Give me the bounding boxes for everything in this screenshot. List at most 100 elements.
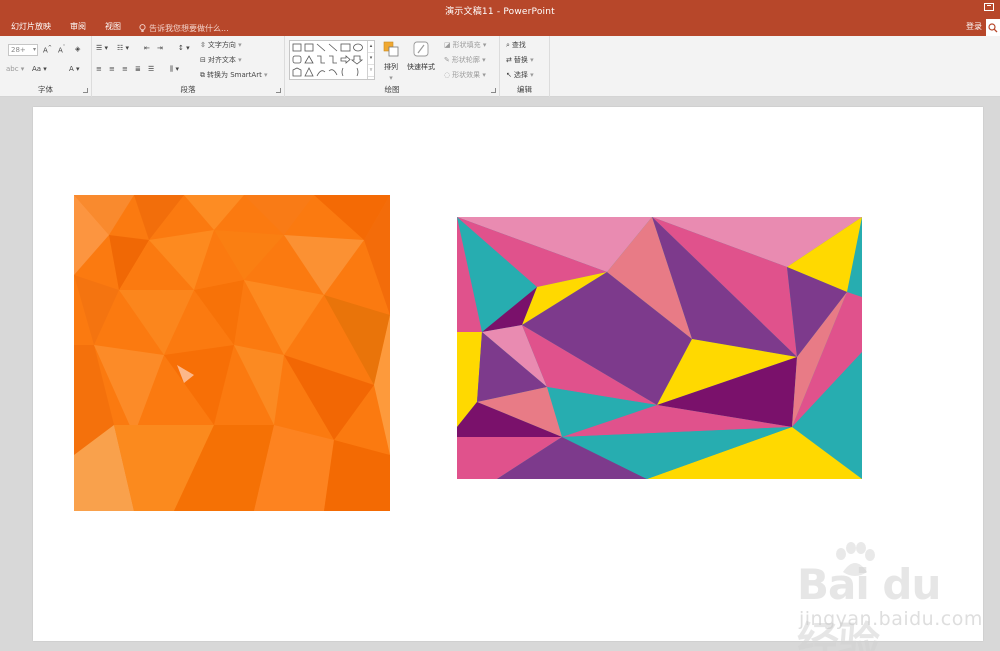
shape-fill-label: 形状填充 [452, 41, 481, 49]
search-button[interactable] [986, 19, 1000, 36]
cursor-arrow-icon: ↖ [506, 71, 512, 79]
increase-indent-icon: ⇥ [157, 44, 163, 52]
shape-effects-label: 形状效果 [452, 71, 481, 79]
search-icon [988, 23, 998, 33]
replace-label: 替换 [513, 56, 528, 64]
change-case-icon: Aa ▾ [32, 65, 47, 73]
shape-outline-label: 形状轮廓 [451, 56, 480, 64]
arrange-button[interactable]: 排列 ▾ [382, 40, 400, 82]
align-center-icon: ≡ [109, 65, 115, 73]
columns-button[interactable]: ⫼ ▾ [170, 65, 181, 74]
columns-icon: ⫼ ▾ [170, 65, 179, 73]
convert-smartart-button[interactable]: ⧉ 转换为 SmartArt ▾ [200, 70, 268, 80]
shape-effects-button[interactable]: ◌ 形状效果 ▾ [444, 70, 486, 80]
baidu-jingyan-watermark: Bai du 经验 jingyan.baidu.com [763, 542, 983, 651]
line-spacing-icon: ↕ ▾ [178, 44, 190, 52]
find-button[interactable]: ⌕ 查找 [506, 40, 526, 50]
tell-me-placeholder: 告诉我您想要做什么... [149, 24, 229, 33]
drawing-group: ▴ ▾ ▿ 排列 ▾ 快速样式 ◪ 形状填充 ▾ ✎ 形状轮廓 ▾ ◌ 形状效果 ▾ … [285, 36, 500, 97]
font-group-label: 字体 [38, 85, 53, 94]
tab-slideshow[interactable]: 幻灯片放映 [11, 19, 51, 36]
editing-group: ⌕ 查找 ⇄ 替换 ▾ ↖ 选择 ▾ 编辑 [500, 36, 550, 97]
window-title: 演示文稿11 - PowerPoint [445, 7, 555, 17]
login-link[interactable]: 登录 [966, 21, 982, 32]
slide-workspace: Bai du 经验 jingyan.baidu.com [0, 97, 1000, 651]
font-group: 28+ A^ Aˇ ◈ abc ▾ Aa ▾ A ▾ 字体 [0, 36, 92, 97]
bullets-button[interactable]: ☰ ▾ [96, 44, 110, 52]
font-color-icon: A ▾ [69, 65, 80, 73]
line-spacing-button[interactable]: ↕ ▾ [178, 44, 192, 52]
tell-me-box[interactable]: 告诉我您想要做什么... [139, 19, 229, 36]
shapes-gallery-scroll[interactable]: ▴ ▾ ▿ [367, 41, 374, 79]
scroll-down-icon[interactable]: ▾ [368, 53, 374, 65]
paragraph-group: ☰ ▾ ☷ ▾ ⇤ ⇥ ↕ ▾ ⇳ 文字方向 ▾ ⊟ 对齐文本 ▾ ⧉ 转换为 Sma… [92, 36, 285, 97]
select-label: 选择 [513, 71, 528, 79]
orange-lowpoly-image[interactable] [74, 195, 390, 511]
distributed-button[interactable]: ☰ [148, 65, 156, 73]
tab-view[interactable]: 视图 [105, 19, 121, 36]
eraser-icon: ◈ [75, 45, 81, 53]
change-case-button[interactable]: Aa ▾ [32, 65, 49, 73]
text-direction-button[interactable]: ⇳ 文字方向 ▾ [200, 40, 242, 50]
drawing-dialog-launcher[interactable] [491, 88, 496, 93]
replace-button[interactable]: ⇄ 替换 ▾ [506, 55, 534, 65]
smartart-icon: ⧉ [200, 70, 205, 79]
font-dialog-launcher[interactable] [83, 88, 88, 93]
scroll-up-icon[interactable]: ▴ [368, 41, 374, 53]
slide-canvas[interactable]: Bai du 经验 jingyan.baidu.com [33, 107, 983, 651]
shape-effects-icon: ◌ [444, 71, 451, 79]
replace-icon: ⇄ [506, 56, 512, 64]
shape-fill-button[interactable]: ◪ 形状填充 ▾ [444, 40, 486, 50]
watermark-url-text: jingyan.baidu.com [799, 608, 983, 630]
convert-smartart-label: 转换为 SmartArt [207, 71, 262, 79]
shape-outline-button[interactable]: ✎ 形状轮廓 ▾ [444, 55, 486, 65]
justify-button[interactable]: ≣ [135, 65, 143, 73]
editing-group-label: 编辑 [517, 85, 532, 94]
align-right-icon: ≡ [122, 65, 128, 73]
ribbon-tabs: 幻灯片放映 审阅 视图 告诉我您想要做什么... [0, 19, 229, 36]
find-icon: ⌕ [506, 40, 510, 49]
char-spacing-button[interactable]: abc ▾ [6, 65, 26, 73]
font-color-button[interactable]: A ▾ [69, 65, 82, 73]
align-center-button[interactable]: ≡ [109, 65, 117, 73]
shapes-gallery-icons [292, 43, 364, 77]
arrange-icon [383, 41, 399, 57]
quick-styles-icon [413, 41, 429, 57]
more-shapes-icon[interactable]: ▿ [368, 65, 374, 77]
text-direction-label: 文字方向 [207, 41, 236, 49]
title-bar: 演示文稿11 - PowerPoint 幻灯片放映 审阅 视图 告诉我您想要做什… [0, 0, 1000, 36]
numbering-icon: ☷ ▾ [117, 44, 130, 52]
align-left-button[interactable]: ≡ [96, 65, 104, 73]
decrease-indent-icon: ⇤ [144, 44, 150, 52]
tab-review[interactable]: 审阅 [70, 19, 86, 36]
quick-styles-button[interactable]: 快速样式 [407, 40, 435, 72]
align-right-button[interactable]: ≡ [122, 65, 130, 73]
find-label: 查找 [511, 41, 526, 49]
ribbon-display-options-icon[interactable] [984, 3, 994, 11]
shrink-font-icon: Aˇ [58, 45, 66, 55]
font-size-combo[interactable]: 28+ [8, 44, 38, 56]
colorful-lowpoly-image[interactable] [457, 217, 862, 479]
increase-indent-button[interactable]: ⇥ [157, 44, 165, 52]
distributed-icon: ☰ [148, 65, 155, 73]
align-text-icon: ⊟ [200, 56, 206, 64]
shapes-gallery[interactable]: ▴ ▾ ▿ [289, 40, 375, 80]
char-spacing-icon: abc ▾ [6, 65, 25, 73]
quick-styles-label: 快速样式 [407, 63, 435, 71]
grow-font-button[interactable]: A^ [43, 45, 54, 54]
numbering-button[interactable]: ☷ ▾ [117, 44, 131, 52]
paragraph-group-label: 段落 [180, 85, 196, 94]
clear-formatting-button[interactable]: ◈ [75, 45, 82, 53]
paragraph-dialog-launcher[interactable] [276, 88, 281, 93]
align-text-button[interactable]: ⊟ 对齐文本 ▾ [200, 55, 242, 65]
align-left-icon: ≡ [96, 65, 102, 73]
shrink-font-button[interactable]: Aˇ [58, 45, 67, 54]
decrease-indent-button[interactable]: ⇤ [144, 44, 152, 52]
justify-icon: ≣ [135, 65, 141, 73]
grow-font-icon: A^ [43, 45, 52, 55]
arrange-dropdown-icon: ▾ [389, 74, 393, 82]
text-direction-icon: ⇳ [200, 41, 206, 49]
select-button[interactable]: ↖ 选择 ▾ [506, 70, 534, 80]
align-text-label: 对齐文本 [207, 56, 236, 64]
ribbon: 28+ A^ Aˇ ◈ abc ▾ Aa ▾ A ▾ 字体 ☰ ▾ ☷ ▾ ⇤ … [0, 36, 1000, 97]
